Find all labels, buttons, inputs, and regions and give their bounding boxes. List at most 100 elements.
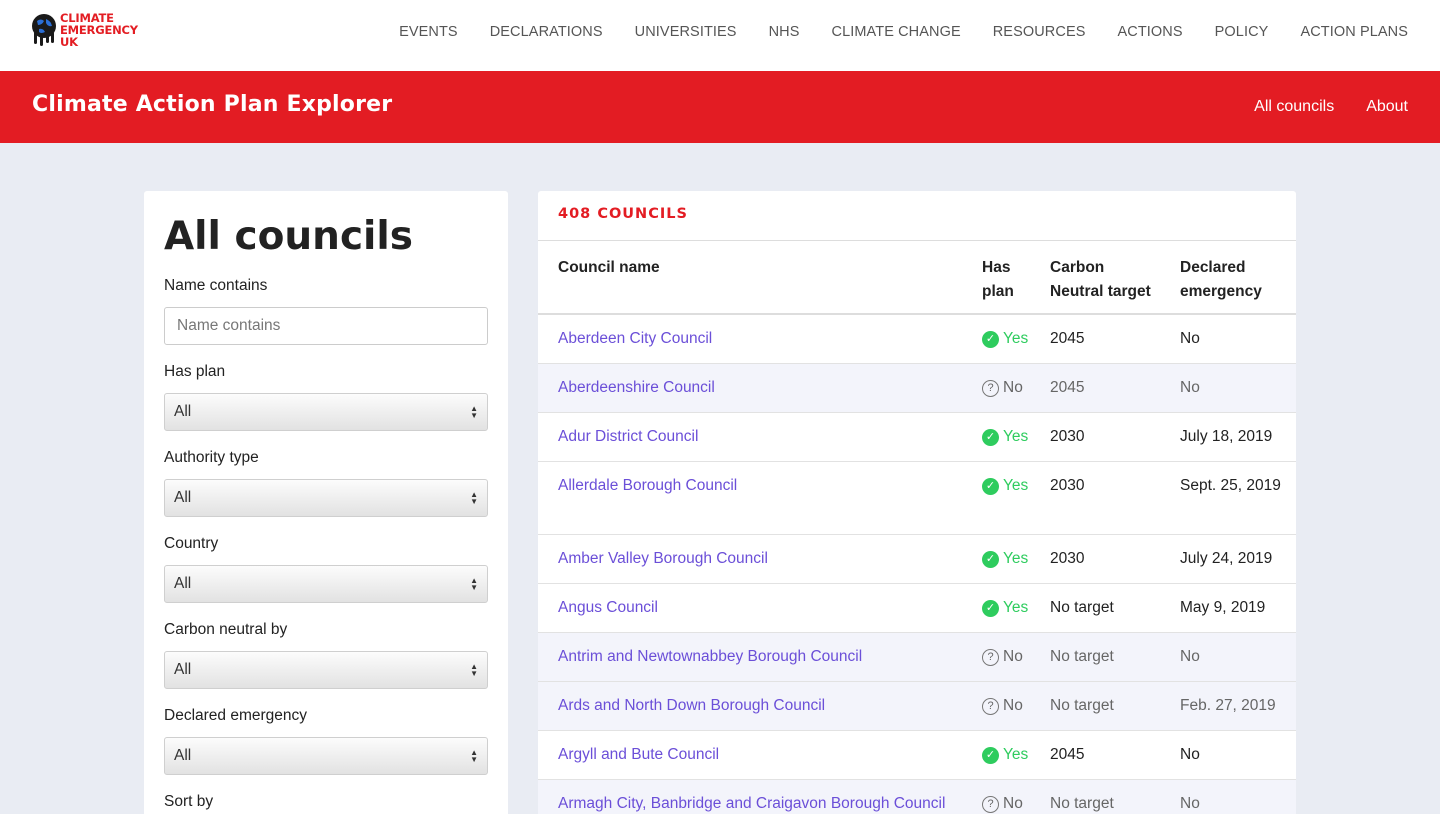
- has-plan-status: ? No: [982, 645, 1023, 669]
- select-arrows-icon: ▲ ▼: [470, 748, 478, 764]
- carbon-target-value: No target: [1050, 648, 1114, 665]
- col-has-plan[interactable]: Has plan: [982, 256, 1014, 304]
- name-contains-input[interactable]: [164, 307, 488, 345]
- has-plan-text: No: [1003, 697, 1023, 714]
- nav-climate-change[interactable]: CLIMATE CHANGE: [832, 24, 961, 40]
- country-select[interactable]: All ▲ ▼: [164, 565, 488, 603]
- question-circle-icon: ?: [982, 697, 999, 715]
- carbon-target-value: 2030: [1050, 477, 1085, 494]
- select-arrows-icon: ▲ ▼: [470, 662, 478, 678]
- explorer-title[interactable]: Climate Action Plan Explorer: [32, 92, 392, 117]
- banner-nav: All councils About: [1254, 98, 1408, 116]
- nav-universities[interactable]: UNIVERSITIES: [635, 24, 737, 40]
- table-row: Argyll and Bute Council ✓ Yes 2045 No: [538, 731, 1296, 780]
- table-row: Adur District Council ✓ Yes 2030 July 18, 20…: [538, 413, 1296, 462]
- carbon-target-value: 2045: [1050, 330, 1085, 347]
- check-circle-icon: ✓: [982, 330, 999, 348]
- table-row: Aberdeenshire Council? No 2045 No: [538, 364, 1296, 413]
- col-has-plan-line-2: plan: [982, 283, 1014, 300]
- declared-emergency-value: No: [1180, 795, 1200, 812]
- name-contains-label: Name contains: [164, 277, 268, 294]
- has-plan-status: ✓ Yes: [982, 327, 1028, 351]
- declared-emergency-value: No: [1180, 379, 1200, 396]
- nav-declarations[interactable]: DECLARATIONS: [490, 24, 603, 40]
- has-plan-status: ? No: [982, 694, 1023, 718]
- carbon-neutral-by-label: Carbon neutral by: [164, 621, 288, 638]
- declared-emergency-value: No: [1180, 746, 1200, 763]
- council-name-link[interactable]: Allerdale Borough Council: [558, 474, 737, 498]
- col-carbon-target[interactable]: Carbon Neutral target: [1050, 256, 1151, 304]
- has-plan-status: ✓ Yes: [982, 547, 1028, 571]
- select-arrows-icon: ▲ ▼: [470, 490, 478, 506]
- nav-actions[interactable]: ACTIONS: [1117, 24, 1182, 40]
- council-name-link[interactable]: Argyll and Bute Council: [558, 743, 719, 767]
- has-plan-text: No: [1003, 648, 1023, 665]
- check-circle-icon: ✓: [982, 550, 999, 568]
- all-councils-link[interactable]: All councils: [1254, 98, 1334, 116]
- col-carbon-target-line-1: Carbon: [1050, 259, 1105, 276]
- council-name-link[interactable]: Amber Valley Borough Council: [558, 547, 768, 571]
- has-plan-status: ✓ Yes: [982, 425, 1028, 449]
- council-name-link[interactable]: Antrim and Newtownabbey Borough Council: [558, 645, 862, 669]
- declared-emergency-value: May 9, 2019: [1180, 599, 1266, 616]
- nav-events[interactable]: EVENTS: [399, 24, 458, 40]
- has-plan-status: ? No: [982, 792, 1023, 814]
- climate-emergency-logo[interactable]: CLIMATE EMERGENCY UK: [31, 11, 151, 55]
- has-plan-text: Yes: [1003, 746, 1029, 763]
- carbon-neutral-by-select[interactable]: All ▲ ▼: [164, 651, 488, 689]
- logo-wordmark: CLIMATE EMERGENCY UK: [60, 12, 138, 48]
- check-circle-icon: ✓: [982, 746, 999, 764]
- select-arrows-icon: ▲ ▼: [470, 404, 478, 420]
- carbon-target-value: No target: [1050, 599, 1114, 616]
- council-name-link[interactable]: Adur District Council: [558, 425, 698, 449]
- council-count: 408 COUNCILS: [558, 206, 688, 222]
- declared-emergency-value: Sept. 25, 2019: [1180, 477, 1281, 494]
- nav-resources[interactable]: RESOURCES: [993, 24, 1086, 40]
- council-name-link[interactable]: Aberdeenshire Council: [558, 376, 715, 400]
- table-row: Armagh City, Banbridge and Craigavon Bor…: [538, 780, 1296, 814]
- authority-type-select[interactable]: All ▲ ▼: [164, 479, 488, 517]
- council-name-link[interactable]: Aberdeen City Council: [558, 327, 712, 351]
- sort-by-label: Sort by: [164, 793, 214, 810]
- col-declared-line-2: emergency: [1180, 283, 1262, 300]
- check-circle-icon: ✓: [982, 428, 999, 446]
- table-row: Antrim and Newtownabbey Borough Council?…: [538, 633, 1296, 682]
- filter-panel: All councils Name contains Has plan All …: [144, 191, 508, 814]
- question-circle-icon: ?: [982, 795, 999, 813]
- has-plan-text: Yes: [1003, 477, 1029, 494]
- council-name-link[interactable]: Ards and North Down Borough Council: [558, 694, 825, 718]
- top-navbar: CLIMATE EMERGENCY UK EVENTS DECLARATIONS…: [0, 0, 1440, 71]
- has-plan-value: All: [174, 403, 192, 420]
- select-arrows-icon: ▲ ▼: [470, 576, 478, 592]
- authority-type-label: Authority type: [164, 449, 259, 466]
- results-panel: 408 COUNCILS Council name Has plan Carbo…: [538, 191, 1296, 814]
- about-link[interactable]: About: [1366, 98, 1408, 116]
- question-circle-icon: ?: [982, 648, 999, 666]
- main-nav: EVENTS DECLARATIONS UNIVERSITIES NHS CLI…: [399, 24, 1408, 40]
- nav-nhs[interactable]: NHS: [769, 24, 800, 40]
- nav-action-plans[interactable]: ACTION PLANS: [1300, 24, 1408, 40]
- col-council-name[interactable]: Council name: [558, 256, 660, 280]
- check-circle-icon: ✓: [982, 599, 999, 617]
- check-circle-icon: ✓: [982, 477, 999, 495]
- melting-globe-icon: [32, 14, 56, 46]
- has-plan-status: ✓ Yes: [982, 596, 1028, 620]
- declared-emergency-value: July 18, 2019: [1180, 428, 1273, 445]
- question-circle-icon: ?: [982, 379, 999, 397]
- declared-emergency-value: Feb. 27, 2019: [1180, 697, 1276, 714]
- logo-line-3: UK: [60, 35, 78, 49]
- has-plan-select[interactable]: All ▲ ▼: [164, 393, 488, 431]
- page-title: All councils: [164, 214, 414, 259]
- has-plan-text: Yes: [1003, 428, 1029, 445]
- declared-emergency-select[interactable]: All ▲ ▼: [164, 737, 488, 775]
- carbon-target-value: 2030: [1050, 550, 1085, 567]
- carbon-target-value: 2030: [1050, 428, 1085, 445]
- col-declared-emergency[interactable]: Declared emergency: [1180, 256, 1262, 304]
- carbon-neutral-by-value: All: [174, 661, 192, 678]
- council-name-link[interactable]: Angus Council: [558, 596, 658, 620]
- council-name-link[interactable]: Armagh City, Banbridge and Craigavon Bor…: [558, 792, 945, 814]
- table-row: Amber Valley Borough Council ✓ Yes 2030 July…: [538, 535, 1296, 584]
- nav-policy[interactable]: POLICY: [1215, 24, 1269, 40]
- has-plan-status: ? No: [982, 376, 1023, 400]
- col-has-plan-line-1: Has: [982, 259, 1011, 276]
